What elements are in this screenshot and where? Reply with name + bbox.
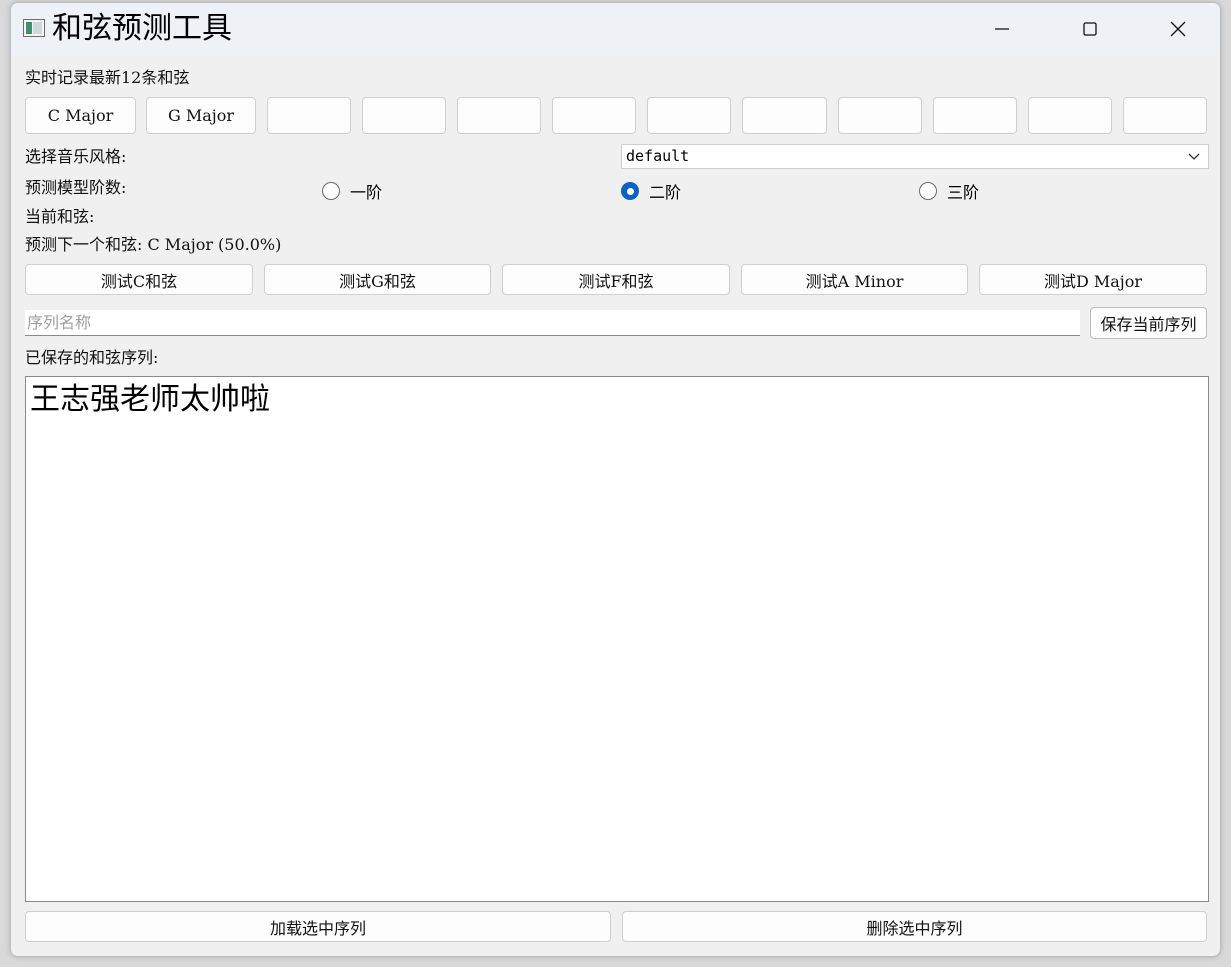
window-app-icon	[23, 19, 45, 37]
order-radio-third[interactable]: 三阶	[919, 179, 979, 203]
order-option-first-label: 一阶	[350, 183, 383, 202]
save-sequence-button[interactable]: 保存当前序列	[1090, 307, 1207, 339]
recent-chord-slot-9[interactable]	[838, 97, 922, 134]
test-g-chord-button[interactable]: 测试G和弦	[264, 264, 491, 295]
test-c-chord-button[interactable]: 测试C和弦	[25, 264, 253, 295]
style-select[interactable]: default	[621, 144, 1209, 169]
saved-sequences-list[interactable]: 王志强老师太帅啦	[25, 376, 1209, 902]
load-sequence-button[interactable]: 加载选中序列	[25, 911, 611, 942]
prediction-text: 预测下一个和弦: C Major (50.0%)	[25, 235, 282, 254]
recent-chord-slot-10[interactable]	[933, 97, 1017, 134]
recent-chords-label: 实时记录最新12条和弦	[25, 68, 190, 87]
recent-chord-slot-2[interactable]: G Major	[146, 97, 256, 134]
recent-chord-slot-6[interactable]	[552, 97, 636, 134]
style-select-value: default	[626, 147, 690, 165]
test-d-major-button[interactable]: 测试D Major	[979, 264, 1207, 295]
delete-sequence-button[interactable]: 删除选中序列	[622, 911, 1207, 942]
test-a-minor-button[interactable]: 测试A Minor	[741, 264, 968, 295]
maximize-icon	[1083, 22, 1097, 36]
maximize-button[interactable]	[1046, 3, 1134, 55]
recent-chord-slot-3[interactable]	[267, 97, 351, 134]
recent-chord-slot-5[interactable]	[457, 97, 541, 134]
order-option-second-label: 二阶	[649, 183, 682, 202]
minimize-icon	[995, 28, 1009, 30]
recent-chord-slot-12[interactable]	[1123, 97, 1207, 134]
current-chord-label: 当前和弦:	[25, 207, 95, 226]
recent-chord-slot-1[interactable]: C Major	[25, 97, 136, 134]
style-label: 选择音乐风格:	[25, 147, 127, 166]
recent-chord-slot-8[interactable]	[742, 97, 827, 134]
close-button[interactable]	[1134, 3, 1220, 55]
test-f-chord-button[interactable]: 测试F和弦	[502, 264, 730, 295]
app-window: 和弦预测工具 实时记录最新12条和弦 C Major G Major 选择音乐风…	[10, 2, 1221, 957]
radio-checked-icon	[621, 182, 639, 200]
saved-sequences-label: 已保存的和弦序列:	[25, 348, 159, 367]
window-title: 和弦预测工具	[52, 11, 232, 46]
recent-chord-slot-7[interactable]	[647, 97, 731, 134]
chevron-down-icon	[1188, 153, 1200, 160]
order-radio-first[interactable]: 一阶	[322, 179, 382, 203]
order-label: 预测模型阶数:	[25, 178, 127, 197]
list-item[interactable]: 王志强老师太帅啦	[30, 381, 270, 419]
title-bar[interactable]: 和弦预测工具	[11, 3, 1220, 55]
radio-unchecked-icon	[322, 182, 340, 200]
order-radio-second[interactable]: 二阶	[621, 179, 681, 203]
minimize-button[interactable]	[958, 3, 1046, 55]
recent-chord-slot-11[interactable]	[1028, 97, 1112, 134]
sequence-name-input[interactable]	[25, 310, 1080, 336]
order-option-third-label: 三阶	[947, 183, 980, 202]
close-icon	[1170, 21, 1186, 37]
recent-chord-slot-4[interactable]	[362, 97, 446, 134]
radio-unchecked-icon	[919, 182, 937, 200]
